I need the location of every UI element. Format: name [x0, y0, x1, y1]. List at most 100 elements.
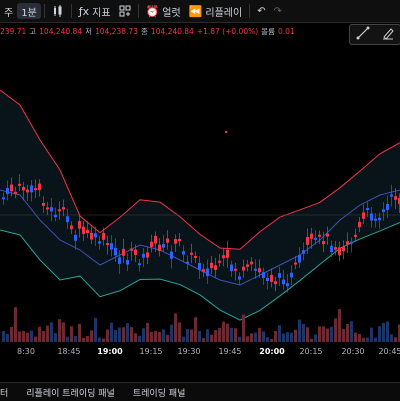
volume-bar: [166, 334, 169, 342]
candle-body: [18, 183, 21, 186]
volume-bar: [290, 332, 293, 342]
volume-bar: [318, 326, 321, 342]
candle-body: [226, 249, 229, 258]
candle-body: [110, 243, 113, 250]
toolbar-divider: [249, 4, 251, 18]
volume-bar: [386, 321, 389, 342]
candle-body: [42, 202, 45, 206]
volume-bar: [78, 323, 81, 342]
volume-bar: [278, 325, 281, 342]
candle-body: [338, 247, 341, 256]
volume-bar: [146, 322, 149, 342]
candle-body: [114, 247, 117, 256]
candle-body: [34, 188, 37, 191]
candle-body: [14, 191, 17, 194]
volume-bar: [54, 333, 57, 342]
candle-body: [26, 189, 29, 193]
volume-bar: [338, 309, 341, 342]
tab-partial[interactable]: 터: [0, 386, 8, 399]
volume-bar: [70, 326, 73, 342]
candle-body: [210, 262, 213, 269]
candle-body: [162, 244, 165, 248]
candle-body: [222, 255, 225, 259]
volume-bar: [282, 333, 285, 342]
candle-body: [10, 184, 13, 192]
candle-body: [342, 246, 345, 252]
candle-body: [242, 266, 245, 271]
volume-bar: [90, 330, 93, 342]
candle-body: [38, 183, 41, 191]
volume-bar: [254, 332, 257, 342]
candle-body: [370, 213, 373, 221]
interval-week-button[interactable]: 주: [0, 0, 17, 22]
interval-1m-button[interactable]: 1분: [17, 3, 41, 19]
volume-bar: [334, 318, 337, 342]
candle-body: [182, 251, 185, 255]
candle-body: [50, 207, 53, 212]
volume-bar: [322, 326, 325, 342]
candle-body: [278, 273, 281, 278]
candle-body: [130, 248, 133, 251]
volume-bar: [258, 327, 261, 342]
candle-body: [306, 237, 309, 245]
candle-body: [358, 221, 361, 228]
candle-body: [78, 220, 81, 229]
candle-body: [74, 234, 77, 241]
volume-bar: [26, 332, 29, 342]
candle-body: [54, 214, 57, 218]
candle-body: [302, 250, 305, 254]
volume-bar: [30, 330, 33, 342]
volume-bar: [350, 321, 353, 342]
layout-icon[interactable]: [115, 0, 135, 22]
volume-bar: [222, 321, 225, 342]
volume-bar: [314, 334, 317, 342]
alert-clock-icon: ⏰: [145, 4, 160, 18]
volume-bar: [178, 322, 181, 342]
tab-replay-trading-panel[interactable]: 리플레이 트레이딩 패널: [26, 386, 115, 399]
replay-button[interactable]: ⏪ 리플레이: [185, 0, 247, 22]
volume-bar: [38, 326, 41, 342]
price-chart[interactable]: [0, 40, 400, 342]
time-label: 20:15: [299, 347, 323, 356]
volume-bar: [262, 331, 265, 342]
volume-bar: [126, 323, 129, 342]
candle-body: [122, 248, 125, 256]
candle-body: [334, 247, 337, 250]
high-value: 104,240.84: [39, 26, 83, 36]
alert-button[interactable]: ⏰ 얼럿: [142, 0, 185, 22]
undo-icon[interactable]: ↶: [253, 0, 269, 22]
candle-body: [194, 255, 197, 258]
candle-body: [354, 234, 357, 237]
volume-bar: [194, 317, 197, 342]
candle-body: [62, 207, 65, 210]
candle-body: [178, 238, 181, 242]
volume-bar: [58, 319, 61, 342]
volume-bar: [162, 329, 165, 342]
candle-body: [166, 238, 169, 243]
close-value: 104,240.84: [150, 26, 194, 36]
candle-body: [258, 268, 261, 273]
candle-body: [150, 241, 153, 247]
candle-body: [94, 233, 97, 238]
redo-icon[interactable]: ↷: [270, 0, 286, 22]
volume-bar: [346, 323, 349, 342]
volume-label: 볼륨: [261, 26, 275, 36]
candle-body: [46, 207, 49, 210]
candle-body: [330, 245, 333, 253]
time-label: 19:15: [139, 347, 163, 356]
candle-body: [270, 274, 273, 282]
volume-bar: [298, 319, 301, 342]
open-value: 239.71: [0, 26, 27, 36]
candle-body: [214, 265, 217, 270]
candle-body: [246, 264, 249, 267]
volume-bar: [330, 326, 333, 342]
tab-trading-panel[interactable]: 트레이딩 패널: [133, 386, 186, 399]
volume-bar: [154, 330, 157, 342]
candle-body: [202, 269, 205, 272]
candle-body: [394, 196, 397, 200]
candle-body: [158, 244, 161, 252]
volume-bar: [2, 331, 5, 342]
indicators-button[interactable]: ƒx 지표: [75, 0, 115, 22]
candles-icon[interactable]: [48, 0, 68, 22]
ohlc-legend: 239.71 고 104,240.84 저 104,238.73 종 104,2…: [0, 24, 295, 38]
